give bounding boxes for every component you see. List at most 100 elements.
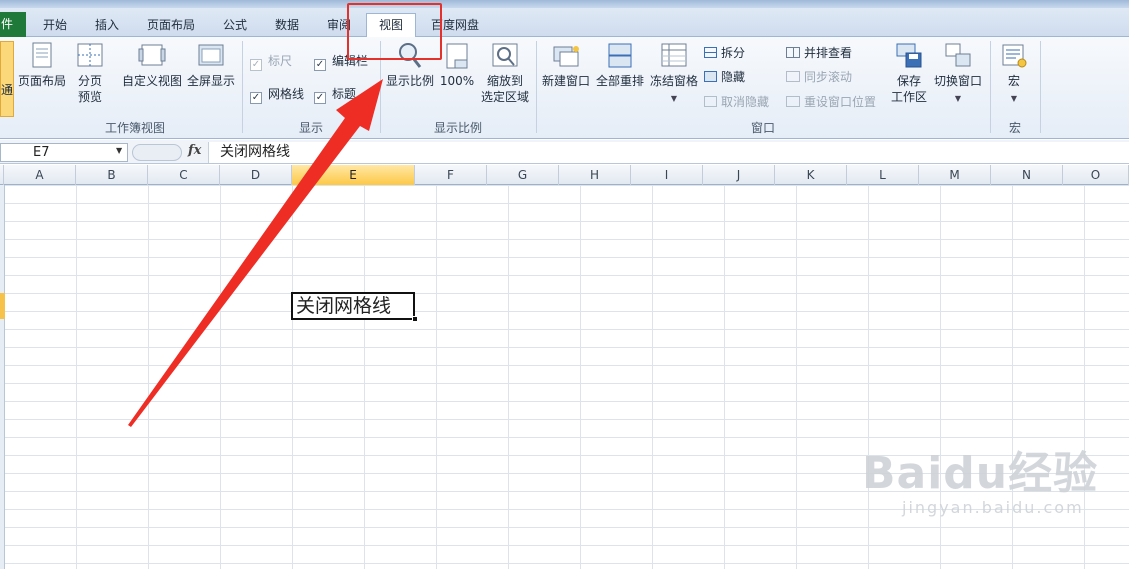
column-header-k[interactable]: K — [775, 165, 847, 185]
zoom-selection-label-1: 缩放到 — [486, 74, 523, 88]
normal-view-button[interactable]: 通 — [0, 41, 14, 117]
hide-icon — [704, 71, 717, 82]
zoom-100-icon — [446, 43, 468, 69]
page-break-preview-button[interactable]: 分页 预览 — [70, 41, 110, 105]
checkbox-headings-mark: ✓ — [314, 92, 326, 104]
zoom-label: 显示比例 — [385, 74, 434, 88]
active-cell-e7[interactable]: 关闭网格线 — [291, 292, 415, 320]
zoom-100-button[interactable]: 100% — [438, 41, 476, 89]
full-screen-button[interactable]: 全屏显示 — [186, 41, 236, 89]
zoom-group-label: 显示比例 — [433, 121, 482, 135]
chevron-down-icon: ▼ — [954, 94, 962, 103]
custom-views-label: 自定义视图 — [121, 74, 182, 88]
view-side-by-side-button[interactable]: 并排查看 — [786, 44, 852, 62]
insert-function-icon[interactable]: fx — [188, 143, 201, 158]
save-workspace-label-1: 保存 — [896, 74, 921, 88]
column-header-d[interactable]: D — [220, 165, 292, 185]
headings-checkbox[interactable]: ✓ 标题 — [314, 85, 357, 104]
full-screen-icon — [198, 44, 224, 66]
page-break-icon — [77, 43, 103, 67]
watermark-brand: Baidu经验 — [862, 448, 1099, 499]
unhide-button[interactable]: 取消隐藏 — [704, 93, 769, 111]
name-box-dropdown-icon[interactable]: ▼ — [116, 146, 122, 155]
macros-button[interactable]: 宏 ▼ — [996, 41, 1032, 107]
page-layout-view-button[interactable]: 页面布局 — [18, 41, 66, 89]
tab-home[interactable]: 开始 — [34, 14, 76, 36]
watermark: Baidu经验 jingyan.baidu.com — [862, 448, 1099, 518]
split-button[interactable]: 拆分 — [704, 44, 745, 62]
column-header-h[interactable]: H — [559, 165, 631, 185]
name-box[interactable]: E7 — [0, 143, 128, 162]
formula-bar-resize-handle[interactable] — [132, 144, 182, 161]
column-header-m[interactable]: M — [919, 165, 991, 185]
row-headers[interactable] — [0, 185, 5, 569]
headings-label: 标题 — [332, 87, 357, 101]
chevron-down-icon: ▼ — [670, 94, 678, 103]
formula-input[interactable]: 关闭网格线 — [208, 142, 1129, 163]
split-label: 拆分 — [721, 46, 746, 60]
zoom-100-label: 100% — [439, 74, 475, 88]
group-divider — [536, 41, 537, 133]
zoom-selection-icon — [492, 43, 518, 67]
save-workspace-button[interactable]: 保存 工作区 — [888, 41, 930, 105]
switch-windows-button[interactable]: 切换窗口 ▼ — [932, 41, 984, 107]
column-header-n[interactable]: N — [991, 165, 1063, 185]
freeze-panes-label: 冻结窗格 — [649, 74, 698, 88]
arrange-all-icon — [608, 43, 632, 68]
column-headers: A B C D E F G H I J K L M N O — [0, 165, 1129, 185]
arrange-all-label: 全部重排 — [595, 74, 644, 88]
column-header-e[interactable]: E — [292, 165, 415, 185]
checkbox-gridlines-mark: ✓ — [250, 92, 262, 104]
new-window-label: 新建窗口 — [541, 74, 590, 88]
selected-row-header[interactable] — [0, 293, 5, 319]
column-header-f[interactable]: F — [415, 165, 487, 185]
column-header-o[interactable]: O — [1063, 165, 1129, 185]
column-header-b[interactable]: B — [76, 165, 148, 185]
unhide-label: 取消隐藏 — [721, 95, 770, 109]
macros-label: 宏 — [1007, 74, 1020, 88]
save-workspace-icon — [896, 43, 922, 68]
sync-scroll-icon — [786, 71, 800, 82]
save-workspace-label-2: 工作区 — [890, 90, 927, 104]
page-break-label-1: 分页 — [77, 74, 102, 88]
zoom-to-selection-button[interactable]: 缩放到 选定区域 — [478, 41, 532, 105]
column-header-i[interactable]: I — [631, 165, 703, 185]
column-header-l[interactable]: L — [847, 165, 919, 185]
switch-windows-label: 切换窗口 — [933, 74, 982, 88]
arrange-all-button[interactable]: 全部重排 — [594, 41, 646, 89]
ruler-checkbox[interactable]: ✓ 标尺 — [250, 52, 292, 71]
new-window-icon — [553, 46, 579, 67]
watermark-url: jingyan.baidu.com — [902, 498, 1084, 517]
column-header-c[interactable]: C — [148, 165, 220, 185]
column-header-j[interactable]: J — [703, 165, 775, 185]
freeze-panes-button[interactable]: 冻结窗格 ▼ — [648, 41, 700, 107]
show-group-label: 显示 — [298, 121, 323, 135]
column-header-g[interactable]: G — [487, 165, 559, 185]
page-break-label-2: 预览 — [77, 90, 102, 104]
macro-icon — [1002, 44, 1027, 68]
group-divider — [242, 41, 243, 133]
tab-page-layout[interactable]: 页面布局 — [138, 14, 204, 36]
sync-scroll-label: 同步滚动 — [804, 70, 853, 84]
fill-handle[interactable] — [412, 316, 418, 322]
tab-insert[interactable]: 插入 — [86, 14, 128, 36]
hide-label: 隐藏 — [721, 70, 746, 84]
macros-group-label: 宏 — [1008, 121, 1021, 135]
reset-window-position-button[interactable]: 重设窗口位置 — [786, 93, 876, 111]
column-header-a[interactable]: A — [4, 165, 76, 185]
tab-file[interactable]: 件 — [0, 12, 26, 37]
synchronous-scrolling-button[interactable]: 同步滚动 — [786, 68, 852, 86]
side-by-side-label: 并排查看 — [804, 46, 853, 60]
gridlines-label: 网格线 — [268, 87, 305, 101]
hide-button[interactable]: 隐藏 — [704, 68, 745, 86]
zoom-selection-label-2: 选定区域 — [480, 90, 529, 104]
freeze-panes-icon — [661, 43, 687, 67]
new-window-button[interactable]: 新建窗口 — [540, 41, 592, 89]
unhide-icon — [704, 96, 717, 107]
gridlines-checkbox[interactable]: ✓ 网格线 — [250, 85, 305, 104]
side-by-side-icon — [786, 47, 800, 58]
tab-formulas[interactable]: 公式 — [214, 14, 256, 36]
custom-views-button[interactable]: 自定义视图 — [120, 41, 184, 89]
tab-data[interactable]: 数据 — [266, 14, 308, 36]
page-layout-icon — [32, 42, 52, 68]
